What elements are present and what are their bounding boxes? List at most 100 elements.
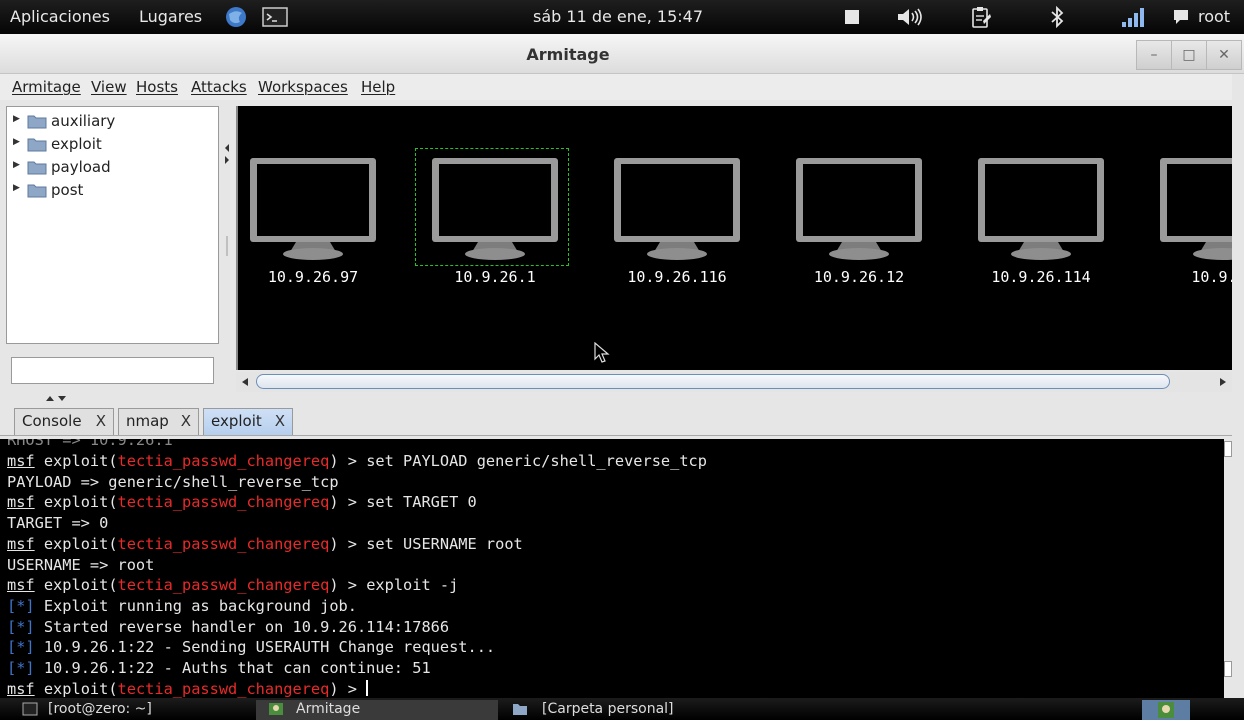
pane-divider[interactable] [222, 106, 232, 386]
network-signal-icon[interactable] [1121, 6, 1145, 28]
menu-hosts[interactable]: Hosts [136, 78, 178, 96]
computer-icon [432, 158, 558, 260]
targets-horizontal-scrollbar[interactable] [236, 372, 1232, 392]
tab-close-button[interactable]: X [96, 412, 106, 430]
terminal-icon [22, 702, 38, 716]
scrollbar-thumb[interactable] [256, 374, 1170, 389]
computer-icon [250, 158, 376, 260]
tree-item-label: post [51, 181, 84, 199]
scroll-right-icon[interactable] [1218, 377, 1228, 387]
module-search-input[interactable] [11, 357, 214, 384]
menu-armitage[interactable]: Armitage [12, 78, 81, 96]
tab-close-button[interactable]: X [275, 412, 285, 430]
tab-exploit[interactable]: exploit X [203, 408, 293, 435]
tab-bar: Console X nmap X exploit X [0, 404, 1232, 436]
host-ip-label: 10.9.26.1 [454, 268, 536, 286]
window-title: Armitage [526, 45, 610, 64]
tab-console[interactable]: Console X [14, 408, 114, 435]
armitage-window: Armitage – □ ✕ Armitage View Hosts Attac… [0, 34, 1244, 698]
applications-menu[interactable]: Aplicaciones [10, 7, 110, 26]
chat-status-icon[interactable] [1172, 6, 1190, 28]
host-ip-label: 10.9.26 [1191, 268, 1232, 286]
console-command-line: msf exploit(tectia_passwd_changereq) > s… [7, 534, 523, 553]
menu-workspaces[interactable]: Workspaces [258, 78, 348, 96]
terminal-icon[interactable] [262, 6, 288, 28]
console-prompt-line: msf exploit(tectia_passwd_changereq) > [7, 679, 369, 698]
title-bar[interactable]: Armitage – □ ✕ [0, 34, 1244, 74]
exploit-console[interactable]: RHOST => 10.9.26.1 msf exploit(tectia_pa… [0, 439, 1224, 698]
maximize-button[interactable]: □ [1171, 40, 1207, 70]
host-ip-label: 10.9.26.116 [627, 268, 727, 286]
menu-attacks[interactable]: Attacks [191, 78, 247, 96]
armitage-icon [269, 703, 283, 715]
host-10-9-26-1[interactable]: 10.9.26.1 [415, 148, 569, 296]
computer-icon [796, 158, 922, 260]
host-ip-label: 10.9.26.97 [267, 268, 359, 286]
folder-icon [27, 115, 47, 129]
menu-help[interactable]: Help [361, 78, 395, 96]
console-command-line: msf exploit(tectia_passwd_changereq) > s… [7, 493, 477, 512]
clipped-line: RHOST => 10.9.26.1 [7, 439, 173, 449]
expand-arrow-icon[interactable]: ▶ [13, 160, 20, 170]
top-panel: Aplicaciones Lugares sáb 11 de ene, 15:4… [0, 0, 1244, 34]
tab-close-button[interactable]: X [181, 412, 191, 430]
expand-arrow-icon[interactable]: ▶ [13, 137, 20, 147]
clock[interactable]: sáb 11 de ene, 15:47 [533, 7, 703, 26]
expand-arrow-icon[interactable]: ▶ [13, 183, 20, 193]
targets-view[interactable]: 10.9.26.97 10.9.26.1 10.9.26.116 10.9.26… [236, 106, 1232, 370]
task-label: Armitage [296, 701, 361, 717]
computer-icon [978, 158, 1104, 260]
web-browser-icon[interactable] [225, 6, 247, 28]
host-10-9-26-116[interactable]: 10.9.26.116 [607, 156, 747, 296]
menu-bar: Armitage View Hosts Attacks Workspaces H… [0, 74, 1232, 100]
console-status-line: [*] Exploit running as background job. [7, 596, 357, 615]
split-arrows-icon[interactable] [40, 393, 70, 403]
places-menu[interactable]: Lugares [139, 7, 202, 26]
console-status-line: [*] Started reverse handler on 10.9.26.1… [7, 617, 450, 636]
host-ip-label: 10.9.26.114 [991, 268, 1091, 286]
folder-icon [27, 184, 47, 198]
host-10-9-26-97[interactable]: 10.9.26.97 [243, 156, 383, 296]
console-output-line: PAYLOAD => generic/shell_reverse_tcp [7, 472, 339, 491]
console-status-line: [*] 10.9.26.1:22 - Sending USERAUTH Chan… [7, 638, 496, 657]
text-cursor [366, 679, 369, 696]
computer-icon [614, 158, 740, 260]
tab-nmap[interactable]: nmap X [118, 408, 199, 435]
console-status-line: [*] 10.9.26.1:22 - Auths that can contin… [7, 659, 431, 677]
module-tree: ▶ auxiliary ▶ exploit ▶ payload ▶ post [6, 106, 219, 344]
tab-label: exploit [211, 412, 262, 430]
task-armitage[interactable]: Armitage [256, 700, 498, 720]
folder-icon [27, 161, 47, 175]
host-10-9-26-partial[interactable]: 10.9.26 [1153, 156, 1232, 296]
scroll-up-button[interactable] [1224, 441, 1232, 457]
task-label: [Carpeta personal] [542, 701, 674, 717]
stop-icon[interactable] [843, 6, 861, 28]
menu-view[interactable]: View [91, 78, 127, 96]
console-command-line: msf exploit(tectia_passwd_changereq) > s… [7, 452, 707, 470]
scroll-left-icon[interactable] [240, 377, 250, 387]
folder-icon [27, 138, 47, 152]
console-command-line: msf exploit(tectia_passwd_changereq) > e… [7, 576, 459, 595]
tree-item-label: exploit [51, 135, 102, 153]
host-10-9-26-114[interactable]: 10.9.26.114 [971, 156, 1111, 296]
user-menu[interactable]: root [1198, 7, 1230, 26]
host-10-9-26-12[interactable]: 10.9.26.12 [789, 156, 929, 296]
bluetooth-icon[interactable] [1048, 6, 1066, 28]
computer-icon [1160, 158, 1232, 260]
minimize-button[interactable]: – [1136, 40, 1172, 70]
volume-icon[interactable] [896, 6, 924, 28]
task-label: [root@zero: ~] [48, 701, 152, 717]
tree-item-label: payload [51, 158, 111, 176]
clipboard-icon[interactable] [970, 6, 992, 28]
console-vertical-scrollbar[interactable] [1224, 439, 1232, 698]
folder-icon [513, 704, 527, 715]
close-button[interactable]: ✕ [1206, 40, 1242, 70]
expand-arrow-icon[interactable]: ▶ [13, 114, 20, 124]
tab-label: nmap [126, 412, 169, 430]
tab-label: Console [22, 412, 82, 430]
host-ip-label: 10.9.26.12 [813, 268, 905, 286]
mouse-pointer-icon [594, 342, 610, 363]
workspace-switcher-icon[interactable] [1142, 700, 1190, 720]
console-output-line: USERNAME => root [7, 555, 155, 574]
scroll-down-button[interactable] [1224, 661, 1232, 677]
